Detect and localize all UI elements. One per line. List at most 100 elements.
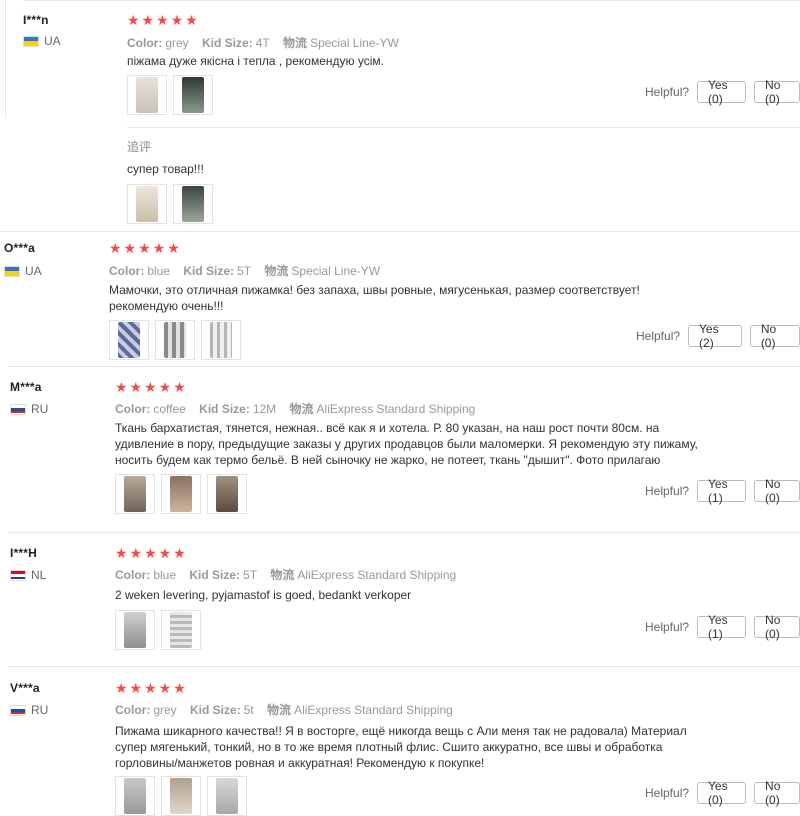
review-item: I***H NL ★★★★★ Color: blue Kid Size: 5T 物流… [0, 532, 800, 666]
reviewer-country: UA [23, 34, 61, 48]
attr-value: blue [147, 264, 171, 278]
reviewer-name: V***a [10, 681, 40, 695]
attr-value: Special Line-YW [310, 36, 399, 50]
attr-key: 物流 [264, 264, 289, 278]
attr-value: grey [165, 36, 189, 50]
helpful-label: Helpful? [645, 85, 690, 99]
review-text: 2 weken levering, pyjamastof is goed, be… [115, 588, 412, 602]
country-code: UA [25, 264, 42, 278]
helpful-votes: Helpful? Yes (1) No (0) [645, 477, 800, 505]
review-text: піжама дуже якісна і тепла , рекомендую … [127, 54, 384, 68]
helpful-yes-button[interactable]: Yes (1) [697, 613, 747, 641]
review-photo[interactable] [173, 75, 213, 115]
review-photo[interactable] [207, 776, 247, 816]
review-photo[interactable] [115, 610, 155, 650]
star-rating: ★★★★★ [127, 12, 200, 28]
ukraine-flag-icon [23, 35, 39, 47]
attr-value: 4T [255, 36, 270, 50]
helpful-label: Helpful? [645, 620, 690, 634]
review-photo[interactable] [127, 184, 167, 224]
attr-value: 5T [243, 568, 258, 582]
reviewer-country: RU [10, 703, 48, 717]
review-item: M***a RU ★★★★★ Color: coffee Kid Size: 12M… [0, 366, 800, 532]
attr-value: 12M [252, 402, 277, 416]
country-code: NL [31, 568, 47, 582]
review-photo[interactable] [173, 184, 213, 224]
review-photos [127, 75, 213, 115]
reviewer-name: I***n [23, 13, 49, 27]
review-item: I***n UA ★★★★★ Color: grey Kid Size: 4T 物流… [0, 0, 800, 231]
attr-value: grey [153, 703, 177, 717]
helpful-yes-button[interactable]: Yes (1) [697, 477, 747, 505]
helpful-no-button[interactable]: No (0) [749, 322, 800, 350]
attr-key: Kid Size: [202, 36, 253, 50]
review-photos [115, 610, 201, 650]
russia-flag-icon [10, 403, 26, 415]
helpful-label: Helpful? [645, 484, 690, 498]
followup-text: супер товар!!! [127, 162, 204, 176]
review-text: Ткань бархатистая, тянется, нежная.. всё… [115, 421, 698, 467]
reviewer-country: NL [10, 568, 46, 582]
attr-value: blue [153, 568, 177, 582]
attr-value: AliExpress Standard Shipping [316, 402, 476, 416]
review-photo[interactable] [155, 320, 195, 360]
reviewer-name: O***a [4, 241, 36, 255]
helpful-no-button[interactable]: No (0) [754, 613, 800, 641]
attr-key: Kid Size: [183, 264, 235, 278]
star-rating: ★★★★★ [115, 545, 188, 561]
helpful-no-button[interactable]: No (0) [754, 779, 800, 807]
helpful-votes: Helpful? Yes (0) No (0) [645, 779, 800, 807]
reviewer-country: UA [4, 264, 42, 278]
star-rating: ★★★★★ [109, 240, 182, 256]
followup-photos [127, 184, 213, 224]
order-attributes: Color: grey Kid Size: 4T 物流 Special Line-YW [127, 34, 409, 51]
helpful-label: Helpful? [636, 329, 681, 343]
followup-label: 追评 [127, 140, 152, 154]
attr-key: 物流 [270, 568, 295, 582]
order-attributes: Color: coffee Kid Size: 12M 物流 AliExpress S… [115, 400, 485, 417]
attr-value: coffee [153, 402, 186, 416]
review-photo[interactable] [161, 474, 201, 514]
helpful-votes: Helpful? Yes (2) No (0) [636, 322, 800, 350]
attr-key: Color: [115, 703, 151, 717]
review-photo[interactable] [161, 610, 201, 650]
review-photo[interactable] [161, 776, 201, 816]
helpful-yes-button[interactable]: Yes (2) [688, 322, 742, 350]
reviewer-name: M***a [10, 380, 42, 394]
review-photo[interactable] [127, 75, 167, 115]
reviewer-country: RU [10, 402, 48, 416]
review-photo[interactable] [115, 776, 155, 816]
review-photo[interactable] [109, 320, 149, 360]
helpful-no-button[interactable]: No (0) [754, 477, 800, 505]
attr-value: 5T [237, 264, 252, 278]
attr-value: 5t [243, 703, 254, 717]
helpful-no-button[interactable]: No (0) [754, 78, 800, 106]
review-photo[interactable] [201, 320, 241, 360]
helpful-yes-button[interactable]: Yes (0) [697, 779, 747, 807]
helpful-yes-button[interactable]: Yes (0) [697, 78, 747, 106]
ukraine-flag-icon [4, 265, 20, 277]
reviewer-name: I***H [10, 546, 38, 560]
review-photo[interactable] [115, 474, 155, 514]
russia-flag-icon [10, 704, 26, 716]
order-attributes: Color: blue Kid Size: 5T 物流 AliExpress Stan… [115, 566, 466, 583]
attr-value: AliExpress Standard Shipping [294, 703, 453, 717]
attr-value: Special Line-YW [291, 264, 381, 278]
country-code: UA [44, 34, 61, 48]
attr-key: Kid Size: [199, 402, 250, 416]
attr-key: Color: [115, 402, 151, 416]
attr-value: AliExpress Standard Shipping [297, 568, 457, 582]
helpful-votes: Helpful? Yes (1) No (0) [645, 613, 800, 641]
country-code: RU [31, 402, 49, 416]
review-item: V***a RU ★★★★★ Color: grey Kid Size: 5t 物流… [0, 666, 800, 816]
review-photos [115, 474, 247, 514]
attr-key: Kid Size: [190, 703, 241, 717]
star-rating: ★★★★★ [115, 379, 188, 395]
order-attributes: Color: blue Kid Size: 5T 物流 Special Line-YW [109, 262, 390, 279]
attr-key: 物流 [289, 402, 314, 416]
attr-key: Kid Size: [189, 568, 241, 582]
attr-key: 物流 [267, 703, 292, 717]
netherlands-flag-icon [10, 569, 26, 581]
star-rating: ★★★★★ [115, 680, 188, 696]
review-photo[interactable] [207, 474, 247, 514]
